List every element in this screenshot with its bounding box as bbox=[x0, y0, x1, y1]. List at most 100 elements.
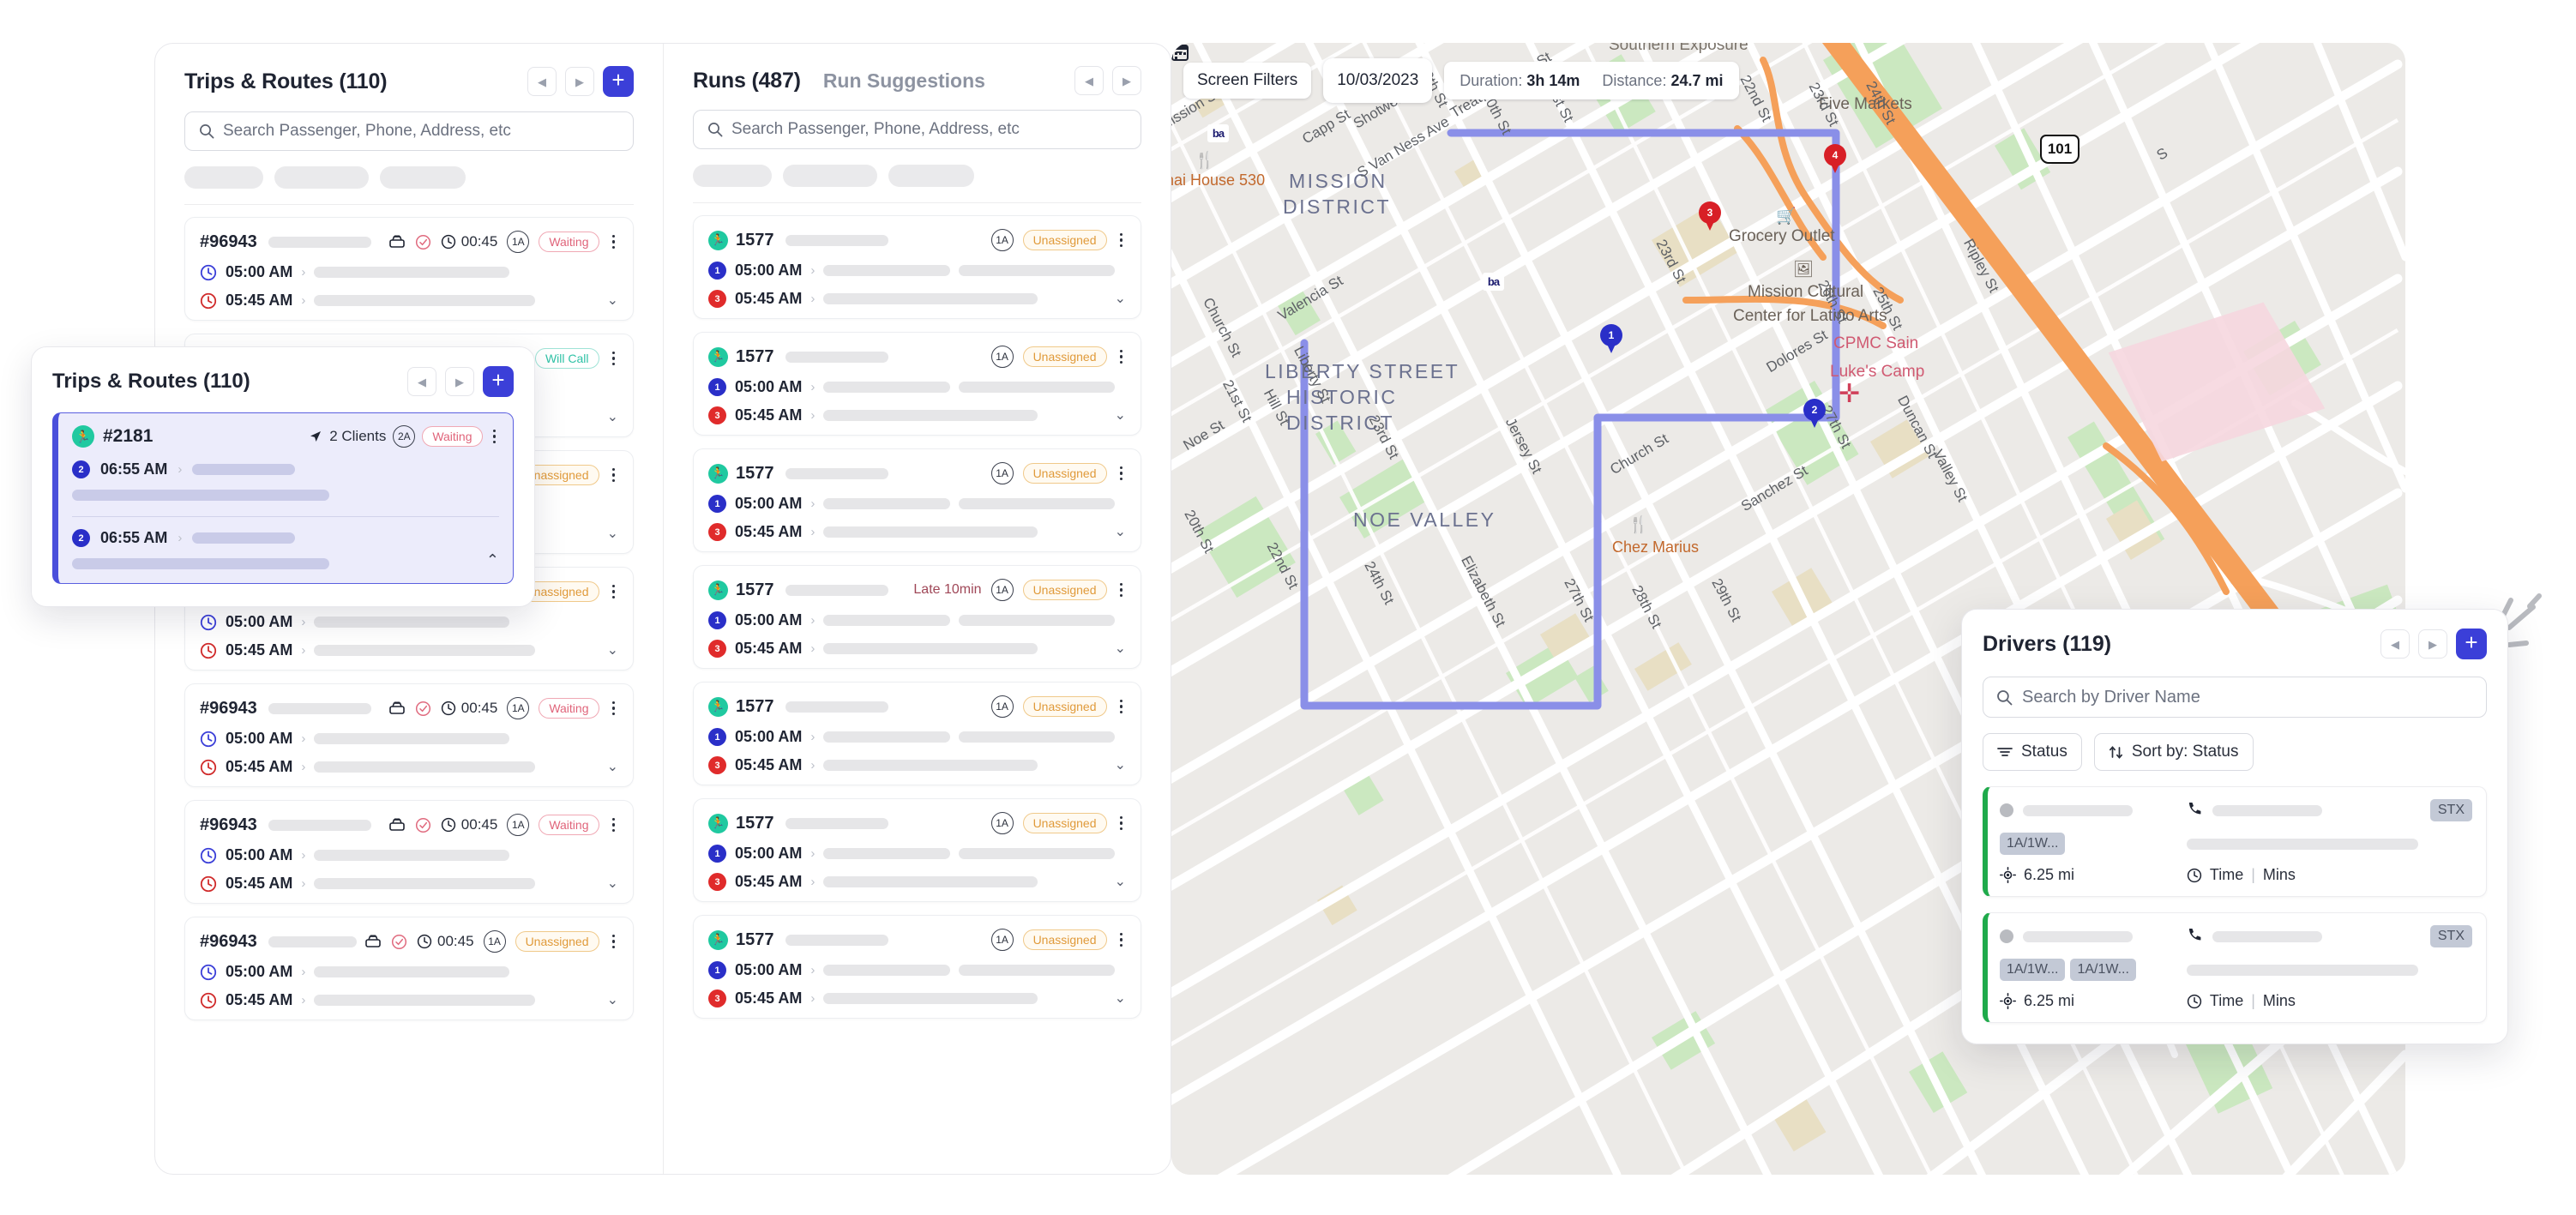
expand-chevron-down-icon[interactable]: ⌄ bbox=[607, 293, 618, 308]
target-icon bbox=[2000, 867, 2016, 883]
run-menu-button[interactable] bbox=[1116, 699, 1127, 714]
date-picker[interactable]: 10/03/2023 bbox=[1171, 45, 1433, 103]
run-card[interactable]: 🏃 1577 1A Unassigned 1 05:00 AM › 3 05:45 AM › ⌄ bbox=[693, 682, 1141, 785]
expand-chevron-down-icon[interactable]: ⌄ bbox=[1115, 875, 1126, 889]
collapse-chevron-up-icon[interactable]: ⌃ bbox=[486, 551, 499, 569]
trip-card[interactable]: #96943 00:45 1A Waiting 05:00 AM › 05:45 AM › ⌄ bbox=[184, 683, 634, 787]
expand-chevron-down-icon[interactable]: ⌄ bbox=[1115, 641, 1126, 656]
trip-card[interactable]: #96943 00:45 1A Waiting 05:00 AM › 05:45 AM › ⌄ bbox=[184, 217, 634, 321]
lists-panel: Trips & Routes (110) ◀ ▶ + Search Passen… bbox=[154, 43, 1171, 1175]
run-card[interactable]: 🏃 1577 1A Unassigned 1 05:00 AM › 3 05:45 AM › ⌄ bbox=[693, 798, 1141, 902]
run-pickup-row: 1 05:00 AM › bbox=[708, 611, 1126, 629]
filter-chip-skeleton[interactable] bbox=[380, 166, 466, 189]
late-indicator: Late 10min bbox=[913, 582, 982, 597]
trip-menu-button[interactable] bbox=[609, 351, 619, 366]
trips-routes-popup: Trips & Routes (110) ◀ ▶ + 🏃 #2181 2 Cli… bbox=[31, 346, 535, 607]
drivers-next-button[interactable]: ▶ bbox=[2418, 629, 2447, 659]
expand-chevron-down-icon[interactable]: ⌄ bbox=[607, 410, 618, 424]
pickup-address-skeleton bbox=[314, 733, 510, 744]
popup-add-button[interactable]: + bbox=[483, 366, 514, 397]
expand-chevron-down-icon[interactable]: ⌄ bbox=[1115, 525, 1126, 539]
runs-search-input[interactable]: Search Passenger, Phone, Address, etc bbox=[693, 110, 1141, 149]
kebab-dot bbox=[1119, 349, 1122, 353]
trips-add-button[interactable]: + bbox=[603, 66, 634, 97]
driver-status-filter-button[interactable]: Status bbox=[1983, 733, 2082, 771]
chevron-right-icon: › bbox=[178, 462, 183, 477]
run-card[interactable]: 🏃 1577 Late 10min 1A Unassigned 1 05:00 AM › 3 05… bbox=[693, 565, 1141, 669]
trips-prev-button[interactable]: ◀ bbox=[527, 67, 557, 96]
kebab-dot bbox=[611, 478, 615, 483]
popup-prev-button[interactable]: ◀ bbox=[407, 367, 436, 396]
popup-next-button[interactable]: ▶ bbox=[445, 367, 474, 396]
trips-search-input[interactable]: Search Passenger, Phone, Address, etc bbox=[184, 111, 634, 151]
stop-number-badge: 3 bbox=[708, 989, 726, 1007]
trip-menu-button[interactable] bbox=[609, 817, 619, 833]
filter-chip-skeleton[interactable] bbox=[274, 166, 369, 189]
run-card-meta: Late 10min 1A Unassigned bbox=[913, 579, 1126, 601]
run-card-meta: 1A Unassigned bbox=[990, 346, 1127, 368]
filter-chip-skeleton[interactable] bbox=[783, 165, 877, 187]
drivers-search-input[interactable]: Search by Driver Name bbox=[1983, 677, 2487, 718]
tab-run-suggestions[interactable]: Run Suggestions bbox=[823, 69, 985, 93]
restaurant-icon-2: 🍴 bbox=[1628, 516, 1649, 534]
trip-menu-button[interactable] bbox=[609, 234, 619, 250]
dropoff-clock-icon-wrap bbox=[200, 992, 217, 1009]
selected-trip-menu-button[interactable] bbox=[490, 429, 500, 444]
run-menu-button[interactable] bbox=[1116, 932, 1127, 947]
run-pickup-row: 1 05:00 AM › bbox=[708, 961, 1126, 979]
trips-next-button[interactable]: ▶ bbox=[565, 67, 594, 96]
screen-filters-button[interactable]: Screen Filters bbox=[1171, 45, 1312, 99]
run-card[interactable]: 🏃 1577 1A Unassigned 1 05:00 AM › 3 05:45 AM › ⌄ bbox=[693, 448, 1141, 552]
driver-sort-button[interactable]: Sort by: Status bbox=[2093, 733, 2254, 771]
run-menu-button[interactable] bbox=[1116, 232, 1127, 248]
filter-chip-skeleton[interactable] bbox=[693, 165, 772, 187]
expand-chevron-down-icon[interactable]: ⌄ bbox=[1115, 292, 1126, 306]
map-pin-stop-3[interactable]: 3 bbox=[1699, 201, 1721, 231]
stop-number-badge: 3 bbox=[708, 873, 726, 891]
kebab-dot bbox=[611, 590, 615, 593]
trip-menu-button[interactable] bbox=[609, 701, 619, 716]
driver-row[interactable]: STX 1A/1W... 6.25 mi Time | Mins bbox=[1983, 786, 2487, 897]
capacity-badge: 1A bbox=[483, 930, 506, 953]
filter-chip-skeleton[interactable] bbox=[184, 166, 263, 189]
trip-menu-button[interactable] bbox=[609, 584, 619, 599]
clock-icon bbox=[200, 847, 217, 863]
stop-time: 06:55 AM bbox=[100, 529, 168, 546]
runs-prev-button[interactable]: ◀ bbox=[1074, 66, 1104, 95]
run-card[interactable]: 🏃 1577 1A Unassigned 1 05:00 AM › 3 05:45 AM › ⌄ bbox=[693, 332, 1141, 436]
distance-label: Distance: bbox=[1602, 71, 1667, 89]
filter-chip-skeleton[interactable] bbox=[888, 165, 974, 187]
kebab-dot bbox=[611, 584, 615, 588]
driver-row[interactable]: STX 1A/1W... 1A/1W... 6.25 mi Time | Mins bbox=[1983, 912, 2487, 1023]
expand-chevron-down-icon[interactable]: ⌄ bbox=[1115, 408, 1126, 423]
selected-trip-card[interactable]: 🏃 #2181 2 Clients 2A Waiting 2 06:55 AM … bbox=[52, 412, 514, 584]
expand-chevron-down-icon[interactable]: ⌄ bbox=[1115, 758, 1126, 773]
expand-chevron-down-icon[interactable]: ⌄ bbox=[1115, 991, 1126, 1006]
map-pin-stop-4[interactable]: 4 bbox=[1824, 144, 1846, 173]
runs-next-button[interactable]: ▶ bbox=[1112, 66, 1141, 95]
run-menu-button[interactable] bbox=[1116, 582, 1127, 598]
driver-time-label: Time bbox=[2209, 992, 2244, 1009]
trip-card-header: #96943 00:45 1A Waiting bbox=[200, 697, 618, 719]
run-menu-button[interactable] bbox=[1116, 349, 1127, 364]
runs-filter-chips bbox=[693, 165, 1141, 187]
run-menu-button[interactable] bbox=[1116, 466, 1127, 481]
drivers-prev-button[interactable]: ◀ bbox=[2380, 629, 2410, 659]
trip-card[interactable]: #96943 00:45 1A Waiting 05:00 AM › 05:45 AM › ⌄ bbox=[184, 800, 634, 904]
trip-card-meta: 00:45 1A Waiting bbox=[388, 697, 618, 719]
expand-chevron-down-icon[interactable]: ⌄ bbox=[607, 643, 618, 658]
expand-chevron-down-icon[interactable]: ⌄ bbox=[607, 760, 618, 774]
expand-chevron-down-icon[interactable]: ⌄ bbox=[607, 876, 618, 891]
kebab-dot bbox=[1119, 360, 1122, 364]
run-card[interactable]: 🏃 1577 1A Unassigned 1 05:00 AM › 3 05:45 AM › ⌄ bbox=[693, 915, 1141, 1019]
trip-menu-button[interactable] bbox=[609, 934, 619, 949]
run-menu-button[interactable] bbox=[1116, 815, 1127, 831]
map-pin-stop-1[interactable]: 1 bbox=[1600, 324, 1622, 353]
expand-chevron-down-icon[interactable]: ⌄ bbox=[607, 526, 618, 541]
trip-menu-button[interactable] bbox=[609, 467, 619, 483]
trip-card[interactable]: #9694300:451AUnassigned05:00 AM›05:45 AM… bbox=[184, 917, 634, 1020]
map-pin-stop-2[interactable]: 2 bbox=[1803, 399, 1826, 428]
expand-chevron-down-icon[interactable]: ⌄ bbox=[607, 993, 618, 1007]
run-card[interactable]: 🏃 1577 1A Unassigned 1 05:00 AM › 3 05:45 AM › ⌄ bbox=[693, 215, 1141, 319]
drivers-add-button[interactable]: + bbox=[2456, 629, 2487, 659]
